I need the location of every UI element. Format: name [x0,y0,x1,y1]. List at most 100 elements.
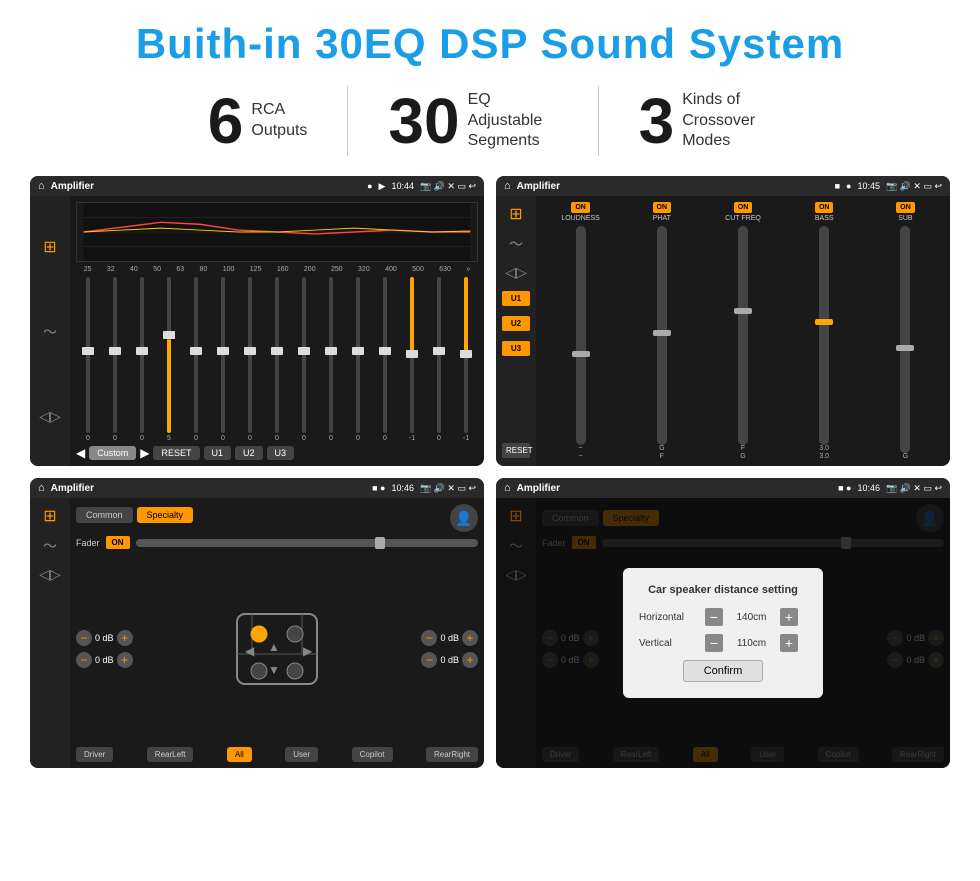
fader-row: Fader ON [76,536,478,549]
fader-slider[interactable] [136,539,478,547]
mixer-u2-sidebar[interactable]: U2 [502,316,530,331]
common-tab[interactable]: Common [76,507,133,523]
mixer-ch-bass: ON BASS 3.03.0 [786,202,863,460]
main-title: Buith-in 30EQ DSP Sound System [30,20,950,68]
status-bar-3: ⌂ Amplifier ■ ● 10:46 📷 🔊 ✕ ▭ ↩ [30,478,484,498]
speaker-bottom-btns: Driver RearLeft All User Copilot RearRig… [76,747,478,762]
eq-u1-btn[interactable]: U1 [204,446,232,460]
user-btn[interactable]: User [285,747,318,762]
vol-fl-value: 0 dB [95,633,114,643]
mixer-ch-phat: ON PHAT GF [623,202,700,460]
vertical-label: Vertical [639,638,699,649]
eq-freq-labels: 25 32 40 50 63 80 100 125 160 200 250 32… [76,266,478,273]
mixer-vol-icon[interactable]: ◁▷ [505,264,527,281]
vol-fl-minus[interactable]: − [76,630,92,646]
eq-prev-btn[interactable]: ◀ [76,446,85,460]
eq-u3-btn[interactable]: U3 [267,446,295,460]
confirm-button[interactable]: Confirm [683,660,764,682]
eq-slider-14: -1 [454,277,478,442]
vol-rl-minus[interactable]: − [76,652,92,668]
phat-on-btn[interactable]: ON [653,202,672,213]
mixer-u1-sidebar[interactable]: U1 [502,291,530,306]
screen-distance: ⌂ Amplifier ■ ● 10:46 📷 🔊 ✕ ▭ ↩ ⊞ 〜 ◁▷ C… [496,478,950,768]
stat-crossover: 3 Kinds ofCrossover Modes [599,89,813,153]
vol-fr-value: 0 dB [440,633,459,643]
home-icon-4[interactable]: ⌂ [504,482,511,494]
driver-btn[interactable]: Driver [76,747,113,762]
horizontal-value: 140cm [729,612,774,623]
freq-320: 320 [358,266,370,273]
home-icon-3[interactable]: ⌂ [38,482,45,494]
loudness-on-btn[interactable]: ON [571,202,590,213]
screen3-title: Amplifier [51,483,366,494]
cutfreq-label: CUT FREQ [725,215,761,222]
vol-rr-plus[interactable]: + [462,652,478,668]
eq-reset-btn[interactable]: RESET [153,446,199,460]
mixer-eq-icon[interactable]: ⊞ [509,204,522,224]
spk-eq-icon[interactable]: ⊞ [43,506,56,526]
vol-icon[interactable]: ◁▷ [39,408,61,425]
loudness-label: LOUDNESS [561,215,600,222]
eq-slider-8: 0 [292,277,316,442]
bass-on-btn[interactable]: ON [815,202,834,213]
vol-rl: − 0 dB + [76,652,133,668]
freq-400: 400 [385,266,397,273]
fader-on-btn[interactable]: ON [106,536,130,549]
cutfreq-values: FG [740,445,745,460]
freq-160: 160 [277,266,289,273]
dialog-title: Car speaker distance setting [639,584,807,596]
horizontal-plus[interactable]: + [780,608,798,626]
horizontal-minus[interactable]: − [705,608,723,626]
bass-label: BASS [815,215,834,222]
vol-rl-plus[interactable]: + [117,652,133,668]
specialty-tab[interactable]: Specialty [137,507,194,523]
eq-bottom: ◀ Custom ▶ RESET U1 U2 U3 [76,446,478,460]
screen-eq: ⌂ Amplifier ● ▶ 10:44 📷 🔊 ✕ ▭ ↩ ⊞ 〜 ◁▷ [30,176,484,466]
svg-text:◀: ◀ [245,644,255,658]
freq-32: 32 [107,266,115,273]
spk-vol-icon[interactable]: ◁▷ [39,566,61,583]
vertical-plus[interactable]: + [780,634,798,652]
dialog-overlay: Car speaker distance setting Horizontal … [496,498,950,768]
mixer-u3-sidebar[interactable]: U3 [502,341,530,356]
home-icon-2[interactable]: ⌂ [504,180,511,192]
vol-fl-plus[interactable]: + [117,630,133,646]
mixer-reset-sidebar[interactable]: RESET [502,443,530,458]
eq-slider-3: 5 [157,277,181,442]
vol-fr-minus[interactable]: − [421,630,437,646]
freq-50: 50 [153,266,161,273]
fader-handle[interactable] [375,537,385,549]
home-icon-1[interactable]: ⌂ [38,180,45,192]
screen-speaker: ⌂ Amplifier ■ ● 10:46 📷 🔊 ✕ ▭ ↩ ⊞ 〜 ◁▷ C… [30,478,484,768]
freq-500: 500 [412,266,424,273]
eq-main: 25 32 40 50 63 80 100 125 160 200 250 32… [70,196,484,466]
eq-slider-6: 0 [238,277,262,442]
rearright-btn[interactable]: RearRight [426,747,478,762]
eq-slider-4: 0 [184,277,208,442]
vertical-minus[interactable]: − [705,634,723,652]
eq-icon[interactable]: ⊞ [43,237,56,257]
spk-wave-icon[interactable]: 〜 [43,536,57,556]
distance-dialog: Car speaker distance setting Horizontal … [623,568,823,698]
eq-u2-btn[interactable]: U2 [235,446,263,460]
mixer-wave-icon[interactable]: 〜 [509,234,523,254]
left-vol-col: − 0 dB + − 0 dB + [76,630,133,668]
sub-values: G [903,453,908,460]
rearleft-btn[interactable]: RearLeft [147,747,194,762]
vol-fr: − 0 dB + [421,630,478,646]
eq-content: ⊞ 〜 ◁▷ [30,196,484,466]
eq-custom-btn[interactable]: Custom [89,446,136,460]
vol-rr-minus[interactable]: − [421,652,437,668]
screen4-dot: ■ ● [838,483,851,493]
screen2-time: 10:45 [857,181,880,191]
freq-63: 63 [176,266,184,273]
cutfreq-on-btn[interactable]: ON [734,202,753,213]
wave-icon[interactable]: 〜 [43,322,57,342]
freq-80: 80 [200,266,208,273]
copilot-btn[interactable]: Copilot [352,747,393,762]
eq-sidebar: ⊞ 〜 ◁▷ [30,196,70,466]
vol-fr-plus[interactable]: + [462,630,478,646]
sub-on-btn[interactable]: ON [896,202,915,213]
all-btn[interactable]: All [227,747,252,762]
eq-next-btn[interactable]: ▶ [140,446,149,460]
